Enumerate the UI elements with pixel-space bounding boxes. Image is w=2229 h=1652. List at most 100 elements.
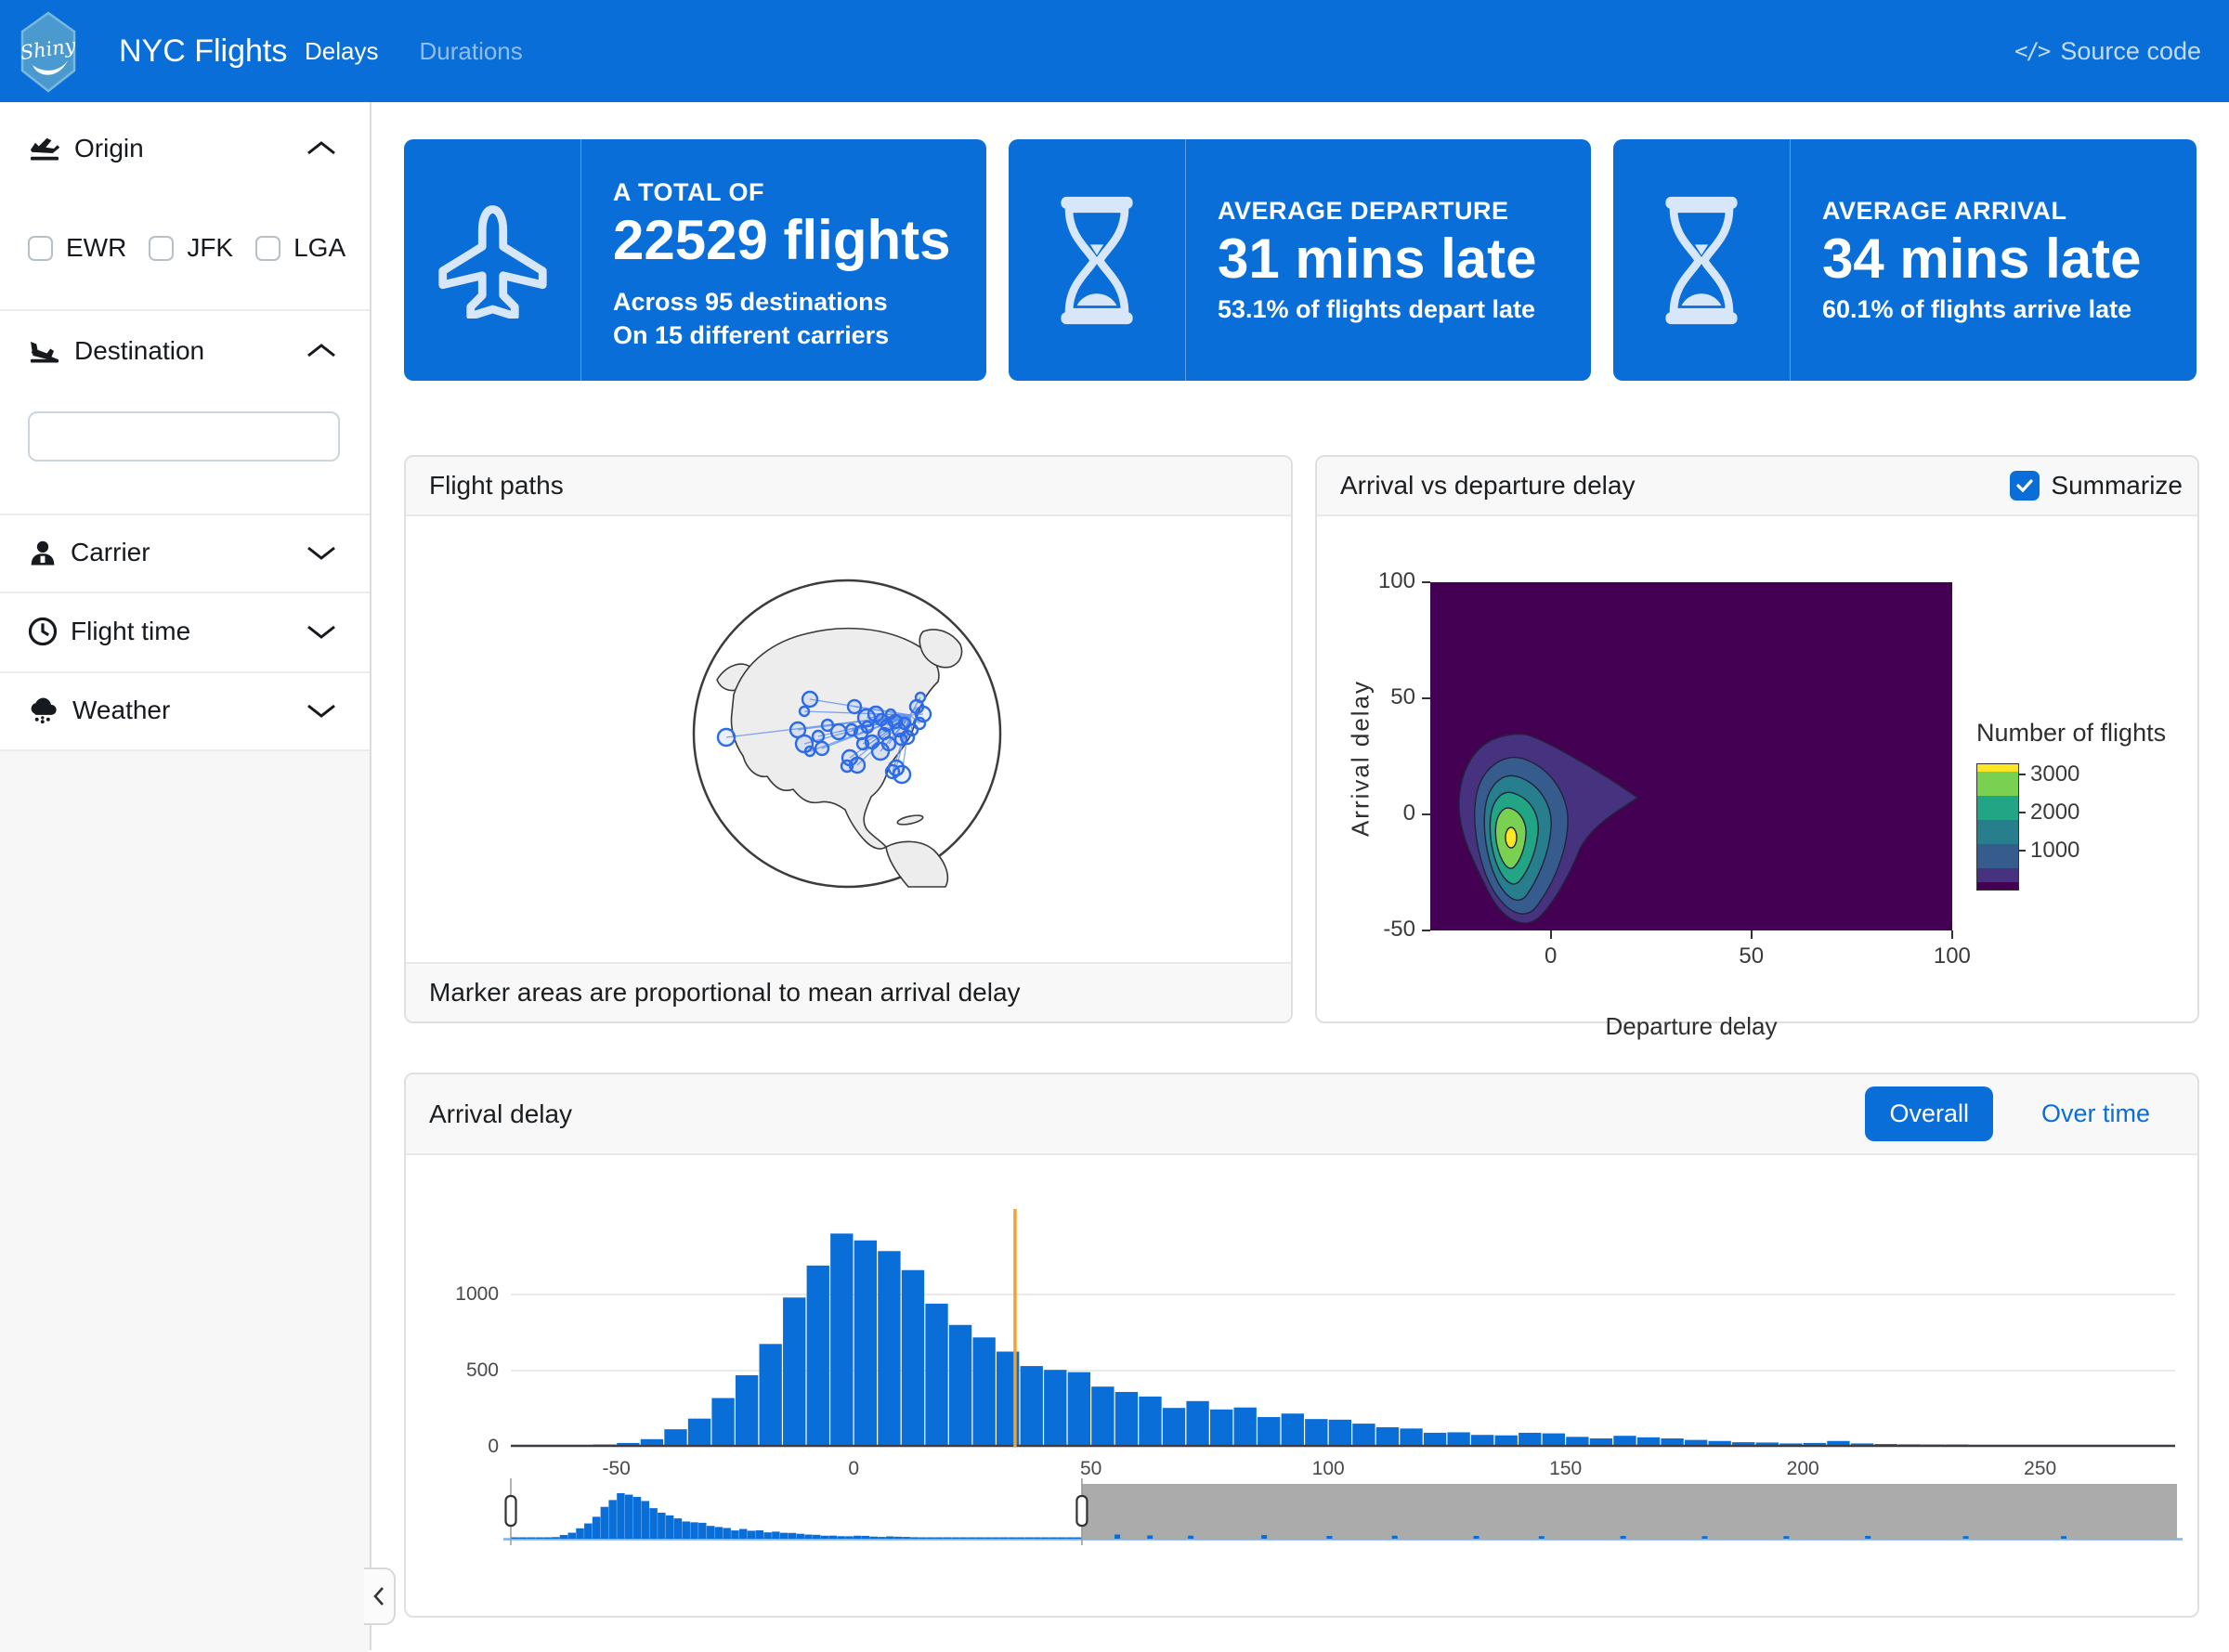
valuebox-showcase xyxy=(1613,139,1790,381)
card-title: Flight paths xyxy=(429,471,564,501)
valuebox-kicker: A TOTAL OF xyxy=(613,178,971,207)
x-axis-title: Departure delay xyxy=(1575,1012,1807,1041)
valuebox-showcase xyxy=(404,139,580,381)
summarize-checkbox[interactable] xyxy=(2010,471,2040,501)
origin-checkbox-group: EWR JFK LGA xyxy=(28,228,355,268)
y-tick xyxy=(1422,813,1430,815)
code-icon: </> xyxy=(2014,38,2049,64)
x-tick xyxy=(1951,930,1953,939)
divider xyxy=(1790,139,1791,381)
valuebox-value: 22529 flights xyxy=(613,207,971,274)
valuebox-kicker: AVERAGE DEPARTURE xyxy=(1218,197,1576,226)
legend-segment xyxy=(1977,844,2018,868)
destination-input[interactable] xyxy=(28,411,340,462)
x-tick-label: 50 xyxy=(1714,943,1789,969)
check-icon xyxy=(2015,477,2034,494)
legend-tick xyxy=(2018,812,2026,813)
checkbox-jfk[interactable] xyxy=(149,236,174,261)
valuebox-subtitle: 60.1% of flights arrive late xyxy=(1822,293,2182,326)
chevron-down-icon xyxy=(305,542,338,563)
checkbox-ewr[interactable] xyxy=(28,236,53,261)
valuebox-subtitle: On 15 different carriers xyxy=(613,319,971,352)
flight-paths-footer: Marker areas are proportional to mean ar… xyxy=(406,962,1291,1021)
legend-tick xyxy=(2018,774,2026,775)
legend-segment xyxy=(1977,796,2018,820)
x-tick-label: 0 xyxy=(816,1458,891,1480)
histogram-plot-area[interactable]: 0 500 1000 -50 0 50 100 150 200 250 xyxy=(406,1155,2197,1616)
y-tick-label: 500 xyxy=(406,1359,499,1382)
valuebox-value: 31 mins late xyxy=(1218,226,1576,293)
valuebox-avg-departure: AVERAGE DEPARTURE 31 mins late 53.1% of … xyxy=(1009,139,1591,381)
slider-handle[interactable] xyxy=(506,1496,516,1526)
plane-icon xyxy=(435,202,551,319)
arrival-delay-header: Arrival delay Overall Over time xyxy=(406,1074,2197,1155)
legend-title: Number of flights xyxy=(1976,719,2166,748)
legend-tick-label: 3000 xyxy=(2030,761,2114,787)
chevron-left-icon xyxy=(371,1585,387,1607)
shiny-logo: Shiny xyxy=(20,11,76,93)
hourglass-icon xyxy=(1655,193,1748,328)
valuebox-value: 34 mins late xyxy=(1822,226,2182,293)
sidebar-section-weather[interactable]: Weather xyxy=(0,683,370,738)
x-tick-label: 250 xyxy=(2003,1458,2078,1480)
app-title: NYC Flights xyxy=(119,0,287,102)
nav-tab-delays[interactable]: Delays xyxy=(305,37,378,66)
arrival-delay-card: Arrival delay Overall Over time 05001000… xyxy=(404,1073,2199,1618)
valuebox-kicker: AVERAGE ARRIVAL xyxy=(1822,197,2182,226)
divider xyxy=(0,671,370,673)
y-tick xyxy=(1422,930,1430,931)
checkbox-label-lga: LGA xyxy=(293,233,345,263)
flight-paths-header: Flight paths xyxy=(406,457,1291,516)
section-label-weather: Weather xyxy=(72,696,170,725)
chevron-up-icon xyxy=(305,138,338,159)
x-tick xyxy=(1550,930,1552,939)
flight-paths-globe xyxy=(689,576,1005,891)
sidebar-section-origin[interactable]: Origin xyxy=(0,121,370,176)
section-label-flight-time: Flight time xyxy=(71,617,190,646)
x-tick-label: 100 xyxy=(1915,943,1989,969)
tab-over-time[interactable]: Over time xyxy=(2017,1086,2174,1141)
valuebox-avg-arrival: AVERAGE ARRIVAL 34 mins late 60.1% of fl… xyxy=(1613,139,2196,381)
cloud-rain-icon xyxy=(28,696,59,725)
source-code-link[interactable]: </> Source code xyxy=(2014,0,2201,102)
x-tick-label: 200 xyxy=(1766,1458,1840,1480)
range-slider[interactable] xyxy=(503,1478,2183,1551)
tab-overall[interactable]: Overall xyxy=(1865,1086,1993,1141)
checkbox-lga[interactable] xyxy=(255,236,280,261)
heatmap-card: Arrival vs departure delay Summarize 050… xyxy=(1315,455,2199,1023)
source-code-label: Source code xyxy=(2060,37,2201,66)
x-tick-label: 150 xyxy=(1529,1458,1603,1480)
valuebox-subtitle: Across 95 destinations xyxy=(613,285,971,319)
y-axis-title: Arrival delay xyxy=(1347,643,1375,875)
x-tick-label: 100 xyxy=(1291,1458,1365,1480)
sidebar-section-destination[interactable]: Destination xyxy=(0,323,370,379)
valuebox-subtitle: 53.1% of flights depart late xyxy=(1218,293,1576,326)
legend-tick-label: 1000 xyxy=(2030,838,2114,864)
nav-tab-durations[interactable]: Durations xyxy=(419,37,522,66)
x-tick-label: 50 xyxy=(1054,1458,1128,1480)
footer-note: Marker areas are proportional to mean ar… xyxy=(429,978,1021,1008)
slider-handle[interactable] xyxy=(1076,1496,1087,1526)
sidebar-collapse-toggle[interactable] xyxy=(364,1567,396,1625)
y-tick-label: 0 xyxy=(406,1436,499,1458)
divider xyxy=(580,139,581,381)
section-label-origin: Origin xyxy=(74,134,144,163)
x-tick xyxy=(1751,930,1753,939)
nav-tabs: Delays Durations xyxy=(305,0,523,102)
navbar: Shiny NYC Flights Delays Durations </> S… xyxy=(0,0,2229,102)
legend-tick-label: 2000 xyxy=(2030,800,2114,826)
sidebar-section-carrier[interactable]: Carrier xyxy=(0,525,370,580)
x-tick-label: -50 xyxy=(580,1458,654,1480)
sidebar-empty-area xyxy=(0,749,370,1652)
arrival-delay-histogram[interactable] xyxy=(511,1209,2175,1449)
sidebar-section-flight-time[interactable]: Flight time xyxy=(0,604,370,659)
legend-segment xyxy=(1977,820,2018,844)
legend-tick xyxy=(2018,850,2026,852)
section-label-carrier: Carrier xyxy=(71,538,150,567)
divider xyxy=(1185,139,1186,381)
y-tick-label: 1000 xyxy=(406,1283,499,1306)
user-icon xyxy=(28,539,58,566)
plane-arrival-icon xyxy=(28,337,61,365)
heatmap-header: Arrival vs departure delay Summarize xyxy=(1317,457,2197,516)
flight-paths-card: Flight paths Marker areas are proportion… xyxy=(404,455,1293,1023)
